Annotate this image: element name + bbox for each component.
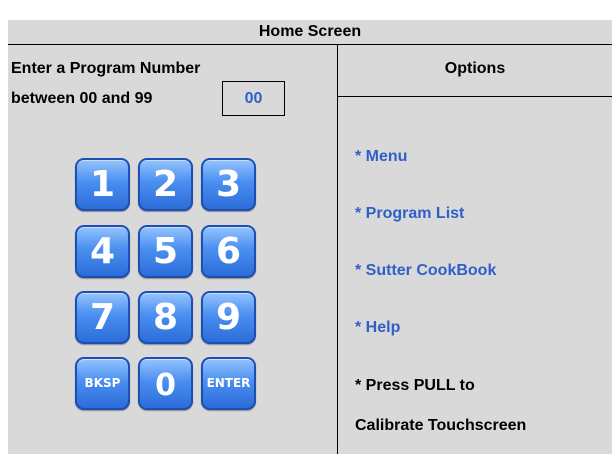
keypad-4-button[interactable]: 4 [75,225,130,278]
keypad-3-button[interactable]: 3 [201,158,256,211]
keypad-1-button[interactable]: 1 [75,158,130,211]
keypad-6-button[interactable]: 6 [201,225,256,278]
prompt-text-line2: between 00 and 99 [11,90,153,107]
vertical-divider [337,45,338,454]
keypad-backspace-button[interactable]: BKSP [75,357,130,410]
prompt-text-line1: Enter a Program Number [11,60,201,77]
keypad-0-label: 0 [155,368,176,403]
calibrate-instruction-line2: Calibrate Touchscreen [355,417,527,434]
options-header: Options [444,60,506,77]
keypad-5-button[interactable]: 5 [138,225,193,278]
program-number-field[interactable]: 00 [222,81,285,116]
window-title: Home Screen [8,20,612,45]
keypad-9-button[interactable]: 9 [201,291,256,344]
home-screen: Home Screen Enter a Program Number betwe… [8,20,612,454]
keypad-7-button[interactable]: 7 [75,291,130,344]
option-menu-link[interactable]: * Menu [355,148,407,166]
keypad-2-button[interactable]: 2 [138,158,193,211]
option-program-list-link[interactable]: * Program List [355,205,464,223]
keypad-8-button[interactable]: 8 [138,291,193,344]
keypad-0-button[interactable]: 0 [138,357,193,410]
option-help-link[interactable]: * Help [355,319,400,337]
options-header-divider [338,96,612,97]
calibrate-instruction-line1: * Press PULL to [355,377,475,394]
keypad-enter-button[interactable]: ENTER [201,357,256,410]
option-sutter-cookbook-link[interactable]: * Sutter CookBook [355,262,496,280]
